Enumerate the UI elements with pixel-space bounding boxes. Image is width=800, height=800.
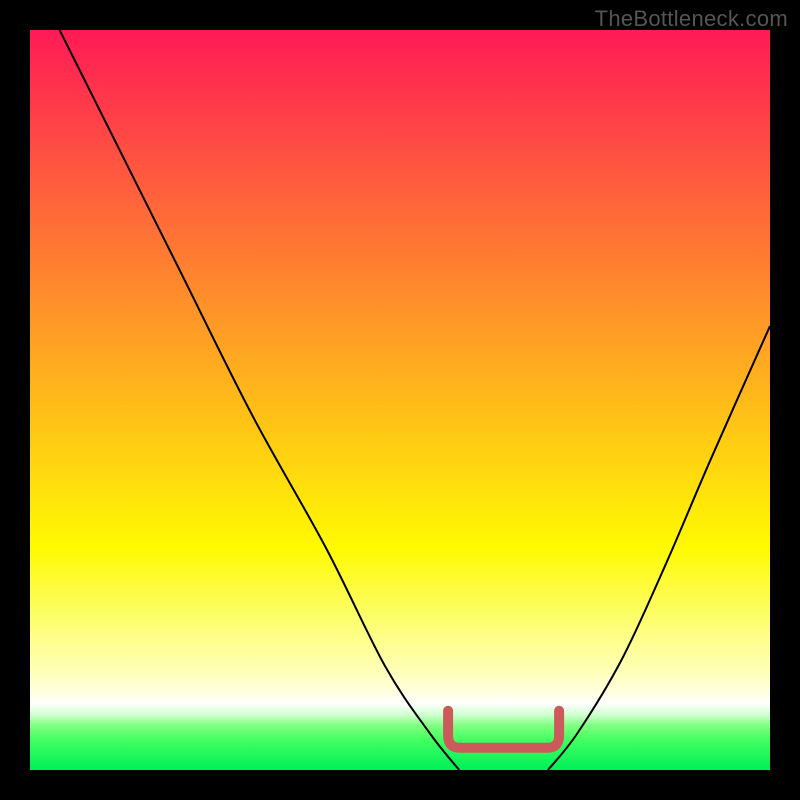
watermark-text: TheBottleneck.com — [595, 6, 788, 32]
left-descent-curve — [60, 30, 460, 770]
curve-layer — [30, 30, 770, 770]
notch-bracket — [448, 711, 559, 748]
plot-area — [30, 30, 770, 770]
right-ascent-curve — [548, 326, 770, 770]
